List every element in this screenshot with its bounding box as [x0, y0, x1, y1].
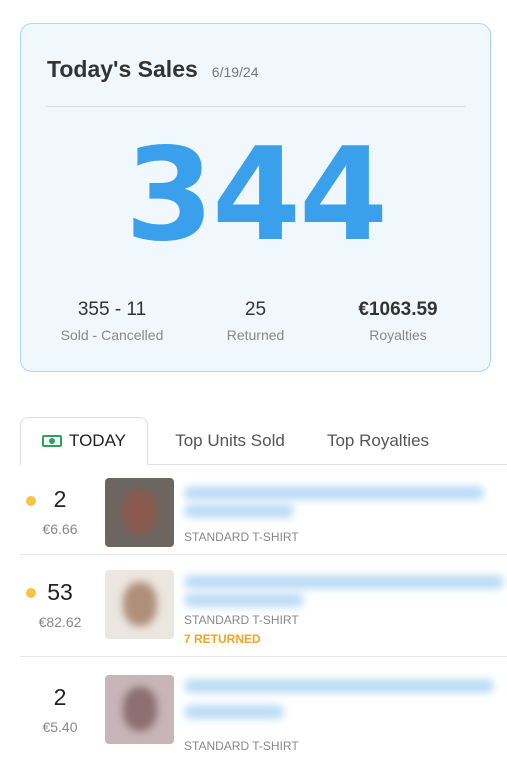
product-thumbnail[interactable] [105, 570, 174, 639]
product-title-blurred[interactable] [184, 486, 484, 500]
total-sales-number: 344 [124, 121, 388, 270]
money-icon [42, 435, 62, 447]
sale-price: €82.62 [38, 614, 82, 630]
sales-tabs: TODAY Top Units Sold Top Royalties [20, 417, 507, 465]
sale-row[interactable]: 2 €5.40 STANDARD T-SHIRT [20, 657, 507, 760]
sale-quantity: 2 [53, 684, 67, 710]
stat-royalties: €1063.59 Royalties [308, 299, 488, 343]
stat-value: 355 - 11 [77, 299, 147, 320]
card-title: Today's Sales [47, 56, 198, 82]
thumbnail-image [123, 687, 157, 731]
product-title-blurred[interactable] [184, 575, 504, 589]
sale-quantity: 2 [53, 486, 67, 512]
stats-row: 355 - 11 Sold - Cancelled 25 Returned €1… [21, 299, 490, 343]
returned-badge: 7 RETURNED [184, 632, 261, 646]
stat-sold-cancelled: 355 - 11 Sold - Cancelled [21, 299, 203, 343]
tab-top-royalties[interactable]: Top Royalties [312, 417, 444, 464]
sale-quantity: 53 [47, 579, 73, 605]
card-header: Today's Sales 6/19/24 [47, 56, 259, 83]
sale-price: €6.66 [42, 521, 78, 537]
thumbnail-image [123, 490, 157, 534]
divider [46, 106, 465, 107]
product-title-blurred[interactable] [184, 679, 494, 693]
stat-value: €1063.59 [358, 299, 438, 320]
product-type: STANDARD T-SHIRT [184, 739, 299, 753]
thumbnail-image [123, 582, 157, 626]
product-title-blurred [184, 593, 304, 607]
sale-row[interactable]: 2 €6.66 STANDARD T-SHIRT [20, 466, 507, 555]
stat-label: Royalties [369, 327, 427, 343]
stat-value: 25 [244, 299, 267, 320]
product-title-blurred [184, 705, 284, 719]
tab-top-units-sold[interactable]: Top Units Sold [148, 417, 312, 464]
product-thumbnail[interactable] [105, 478, 174, 547]
card-date: 6/19/24 [211, 64, 259, 80]
sale-row[interactable]: 53 €82.62 STANDARD T-SHIRT 7 RETURNED [20, 555, 507, 657]
product-type: STANDARD T-SHIRT [184, 613, 299, 627]
sale-price: €5.40 [42, 719, 78, 735]
product-thumbnail[interactable] [105, 675, 174, 744]
stat-label: Returned [226, 327, 285, 343]
stat-label: Sold - Cancelled [60, 327, 164, 343]
product-title-blurred [184, 504, 294, 518]
tab-today[interactable]: TODAY [20, 417, 148, 465]
todays-sales-card: Today's Sales 6/19/24 344 355 - 11 Sold … [20, 23, 491, 372]
stat-returned: 25 Returned [203, 299, 308, 343]
tab-label: Top Royalties [326, 430, 430, 450]
tab-label: TODAY [69, 431, 126, 450]
status-dot-icon [26, 588, 36, 598]
product-type: STANDARD T-SHIRT [184, 530, 299, 544]
tab-label: Top Units Sold [175, 430, 285, 450]
status-dot-icon [26, 496, 36, 506]
